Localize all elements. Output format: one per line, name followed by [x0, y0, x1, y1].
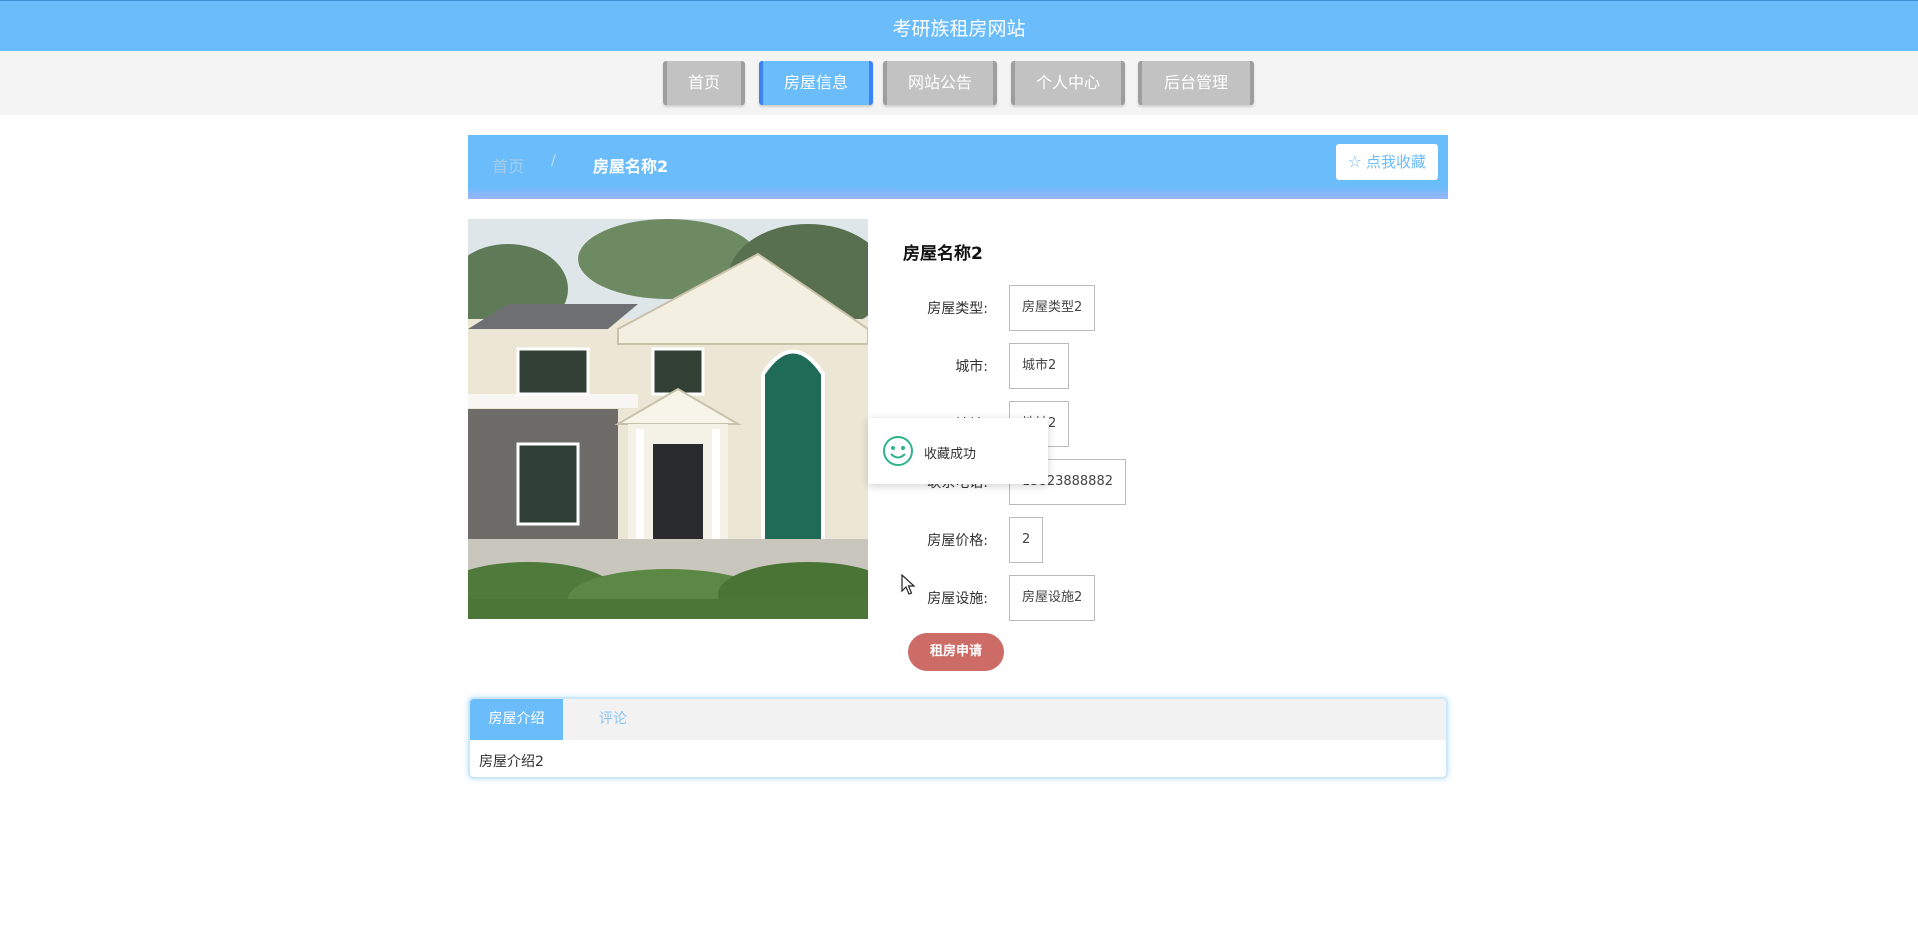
field-label-facilities: 房屋设施: [927, 591, 988, 607]
nav-item-house-info[interactable]: 房屋信息 [759, 61, 873, 105]
tab-header: 房屋介绍 评论 [470, 699, 1446, 740]
tab-content: 房屋介绍2 [479, 754, 544, 770]
site-title: 考研族租房网站 [892, 18, 1026, 40]
top-header: 考研族租房网站 [0, 0, 1918, 51]
tab-introduction[interactable]: 房屋介绍 [470, 699, 563, 740]
star-outline-icon: ☆ [1347, 152, 1362, 171]
breadcrumb-home-link[interactable]: 首页 [492, 153, 524, 177]
house-photo [468, 219, 868, 619]
favorite-button-label: 点我收藏 [1365, 153, 1426, 171]
rent-apply-button[interactable]: 租房申请 [908, 633, 1004, 671]
toast-message: 收藏成功 [924, 447, 977, 462]
breadcrumb: 首页 / 房屋名称2 ☆ 点我收藏 [468, 135, 1448, 199]
success-toast: 收藏成功 [868, 418, 1048, 484]
breadcrumb-separator: / [551, 153, 556, 169]
field-value-facilities: 房屋设施2 [1009, 575, 1096, 621]
mouse-cursor-icon [901, 574, 916, 595]
field-label-type: 房屋类型: [927, 301, 988, 317]
detail-tabs: 房屋介绍 评论 房屋介绍2 [468, 697, 1448, 779]
favorite-button[interactable]: ☆ 点我收藏 [1335, 144, 1438, 180]
field-value-type: 房屋类型2 [1009, 285, 1096, 331]
main-nav: 首页 房屋信息 网站公告 个人中心 后台管理 [0, 51, 1918, 115]
smile-icon [883, 436, 913, 466]
nav-item-profile[interactable]: 个人中心 [1011, 61, 1125, 105]
breadcrumb-current: 房屋名称2 [593, 157, 669, 176]
tab-comments[interactable]: 评论 [563, 699, 663, 740]
house-title: 房屋名称2 [903, 244, 983, 264]
nav-item-home[interactable]: 首页 [663, 61, 745, 105]
field-value-price: 2 [1009, 517, 1044, 563]
nav-item-notice[interactable]: 网站公告 [883, 61, 997, 105]
field-label-city: 城市: [955, 359, 988, 375]
nav-item-admin[interactable]: 后台管理 [1138, 61, 1254, 105]
field-value-city: 城市2 [1009, 343, 1070, 389]
field-label-price: 房屋价格: [927, 533, 988, 549]
